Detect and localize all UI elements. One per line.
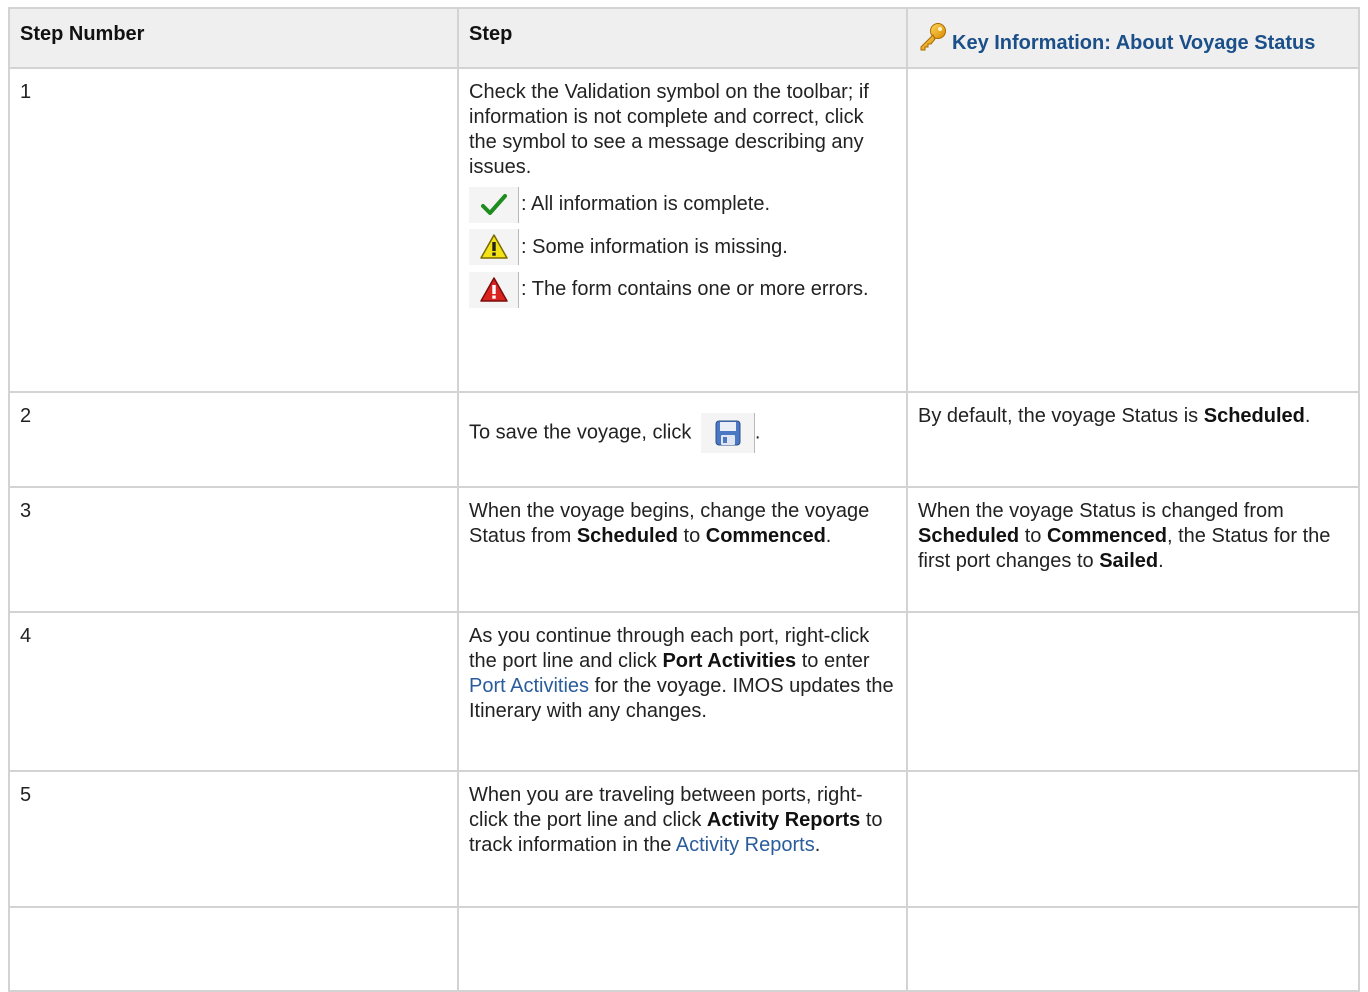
- row-5-step-bold: Activity Reports: [706, 809, 861, 831]
- header-step: Step: [457, 7, 908, 69]
- row-5-step-post: .: [814, 834, 821, 856]
- table-row: 1 Check the Validation symbol on the too…: [8, 67, 1360, 393]
- row-3-key-to: to: [1019, 525, 1047, 547]
- save-icon: [700, 413, 755, 453]
- row-3-key-bold-sailed: Sailed: [1099, 550, 1159, 572]
- row-1-number: 1: [8, 67, 459, 393]
- row-3-key-info: When the voyage Status is changed from S…: [906, 486, 1360, 613]
- row-5-key-info: [906, 770, 1360, 908]
- header-key-information: Key Information: About Voyage Status: [906, 7, 1360, 69]
- row-3-step-bold-scheduled: Scheduled: [576, 525, 678, 547]
- activity-reports-link[interactable]: Activity Reports: [676, 834, 815, 856]
- voyage-status-steps-table: Step Number Step Key Information: About …: [8, 7, 1360, 992]
- table-row: [8, 906, 1360, 992]
- header-step-number: Step Number: [8, 7, 459, 69]
- row-3-step-bold-commenced: Commenced: [705, 525, 826, 547]
- port-activities-link[interactable]: Port Activities: [469, 675, 589, 697]
- row-3-step-to: to: [677, 525, 706, 547]
- row-5-step: When you are traveling between ports, ri…: [457, 770, 908, 908]
- row-1-step-intro: Check the Validation symbol on the toolb…: [469, 81, 869, 178]
- row-2-key-text: By default, the voyage Status is: [918, 405, 1204, 427]
- row-4-number: 4: [8, 611, 459, 772]
- validation-complete-line: : All information is complete.: [469, 186, 896, 223]
- validation-missing-text: : Some information is missing.: [521, 235, 788, 258]
- row-2-step: To save the voyage, click .: [457, 391, 908, 488]
- row-6-key-info: [906, 906, 1360, 992]
- validation-error-text: : The form contains one or more errors.: [521, 278, 869, 301]
- row-2-key-post: .: [1304, 405, 1311, 427]
- validation-complete-text: : All information is complete.: [521, 193, 770, 215]
- row-1-step: Check the Validation symbol on the toolb…: [457, 67, 908, 393]
- table-header-row: Step Number Step Key Information: About …: [8, 7, 1360, 69]
- validation-missing-line: : Some information is missing.: [469, 229, 896, 266]
- row-3-key-post: .: [1158, 550, 1164, 572]
- row-2-step-after: .: [754, 421, 761, 444]
- error-red-icon: [469, 272, 519, 309]
- checkmark-icon: [469, 186, 519, 223]
- row-1-key-info: [906, 67, 1360, 393]
- row-3-step: When the voyage begins, change the voyag…: [457, 486, 908, 613]
- validation-error-line: : The form contains one or more errors.: [469, 271, 896, 309]
- row-2-number: 2: [8, 391, 459, 488]
- warning-yellow-icon: [469, 229, 519, 266]
- table-row: 5 When you are traveling between ports, …: [8, 770, 1360, 908]
- row-2-key-bold: Scheduled: [1203, 405, 1305, 427]
- row-2-step-text: To save the voyage, click: [469, 421, 692, 444]
- row-6-step: [457, 906, 908, 992]
- row-3-key-text: When the voyage Status is changed from: [918, 500, 1284, 522]
- row-3-key-bold-scheduled: Scheduled: [918, 525, 1020, 547]
- row-4-step-mid: to enter: [796, 650, 870, 672]
- key-icon: [920, 23, 946, 51]
- table-row: 4 As you continue through each port, rig…: [8, 611, 1360, 772]
- table-row: 2 To save the voyage, click . By default…: [8, 391, 1360, 488]
- key-information-title: Key Information: About Voyage Status: [952, 32, 1316, 54]
- row-4-key-info: [906, 611, 1360, 772]
- row-6-number: [8, 906, 459, 992]
- row-5-number: 5: [8, 770, 459, 908]
- row-4-step: As you continue through each port, right…: [457, 611, 908, 772]
- row-3-key-bold-commenced: Commenced: [1046, 525, 1167, 547]
- row-4-step-bold: Port Activities: [662, 650, 797, 672]
- row-2-key-info: By default, the voyage Status is Schedul…: [906, 391, 1360, 488]
- row-3-number: 3: [8, 486, 459, 613]
- table-row: 3 When the voyage begins, change the voy…: [8, 486, 1360, 613]
- row-3-step-post: .: [825, 525, 832, 547]
